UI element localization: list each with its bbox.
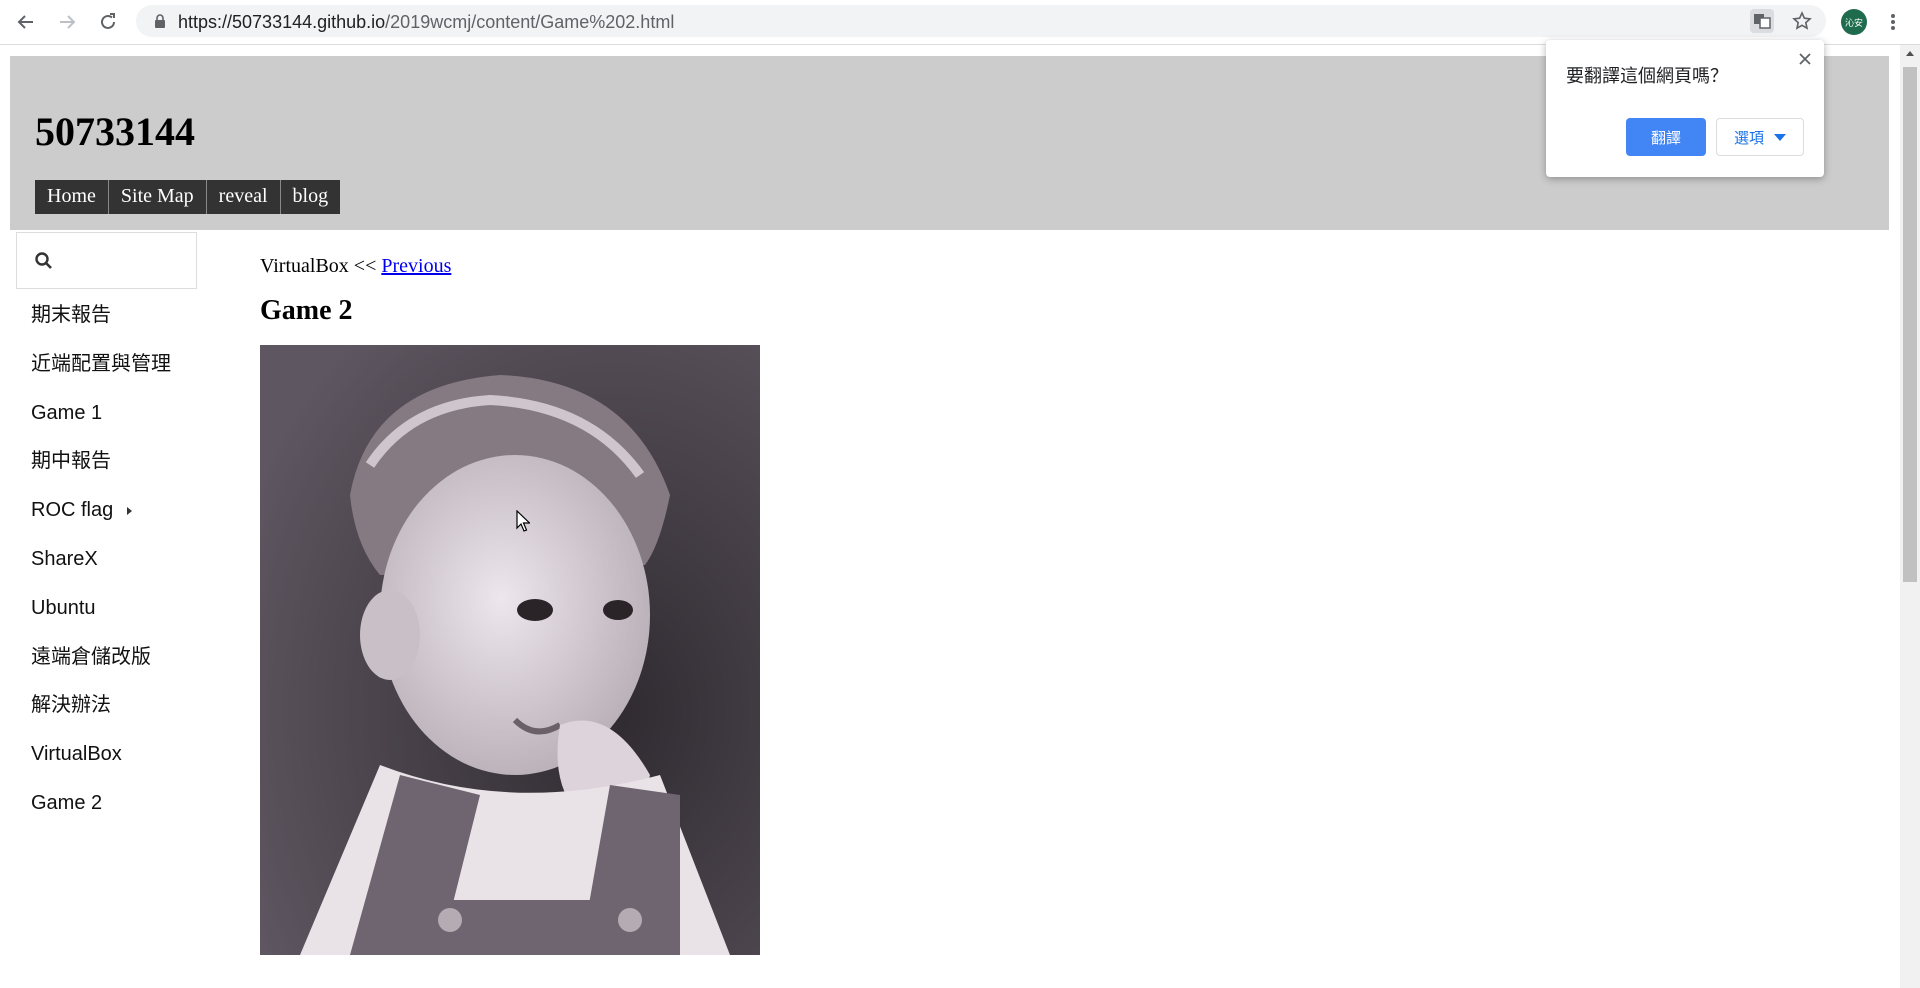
back-button[interactable] bbox=[12, 8, 40, 36]
search-icon bbox=[34, 251, 54, 276]
sidebar-item-remote-repo[interactable]: 遠端倉儲改版 bbox=[16, 645, 171, 694]
browser-toolbar: https://50733144.github.io/2019wcmj/cont… bbox=[0, 0, 1920, 45]
chevron-down-icon bbox=[1774, 133, 1786, 141]
translate-popup: 要翻譯這個網頁嗎？ 翻譯 選項 bbox=[1546, 40, 1824, 177]
sidebar-item-solution[interactable]: 解決辦法 bbox=[16, 693, 171, 742]
url-text: https://50733144.github.io/2019wcmj/cont… bbox=[178, 12, 674, 33]
url-host: https://50733144.github.io bbox=[178, 12, 386, 32]
reload-icon bbox=[101, 13, 115, 29]
sidebar-item-label: 近端配置與管理 bbox=[31, 352, 171, 375]
sidebar-item-virtualbox[interactable]: VirtualBox bbox=[16, 742, 171, 791]
mouse-cursor-icon bbox=[516, 509, 531, 537]
sidebar-item-label: 解決辦法 bbox=[31, 694, 111, 717]
vertical-scrollbar[interactable] bbox=[1900, 45, 1920, 988]
sidebar-item-final-report[interactable]: 期末報告 bbox=[16, 303, 171, 352]
translate-button[interactable]: 翻譯 bbox=[1626, 118, 1706, 156]
menu-site-map[interactable]: Site Map bbox=[108, 180, 207, 214]
sidebar-item-sharex[interactable]: ShareX bbox=[16, 547, 171, 596]
web-page: 50733144 Home Site Map reveal blog 期末報告 … bbox=[0, 45, 1900, 988]
scrollbar-thumb[interactable] bbox=[1903, 67, 1917, 582]
sidebar-item-local-config[interactable]: 近端配置與管理 bbox=[16, 352, 171, 401]
translate-question: 要翻譯這個網頁嗎？ bbox=[1566, 66, 1728, 86]
expand-caret-icon[interactable] bbox=[127, 506, 133, 515]
reload-button[interactable] bbox=[94, 8, 122, 36]
sidebar-item-label: ROC flag bbox=[31, 499, 114, 522]
menu-home[interactable]: Home bbox=[35, 180, 109, 214]
child-photo bbox=[260, 345, 760, 955]
previous-link[interactable]: Previous bbox=[381, 255, 451, 277]
lock-icon[interactable] bbox=[148, 9, 172, 33]
profile-avatar[interactable]: 沁安 bbox=[1841, 9, 1867, 35]
forward-arrow-icon bbox=[60, 15, 76, 29]
options-dropdown-button[interactable]: 選項 bbox=[1716, 118, 1804, 156]
close-icon[interactable] bbox=[1796, 50, 1814, 68]
sidebar-item-label: Game 1 bbox=[31, 401, 103, 424]
url-path: /2019wcmj/content/Game%202.html bbox=[385, 12, 675, 32]
sidebar-nav: 期末報告 近端配置與管理 Game 1 期中報告 ROC flag ShareX… bbox=[16, 303, 171, 840]
sidebar-item-label: 期中報告 bbox=[31, 450, 111, 473]
top-menu: Home Site Map reveal blog bbox=[35, 180, 341, 214]
sidebar-item-label: 期末報告 bbox=[31, 304, 111, 326]
sidebar-item-midterm-report[interactable]: 期中報告 bbox=[16, 449, 171, 498]
sidebar-item-game-1[interactable]: Game 1 bbox=[16, 401, 171, 450]
sidebar-item-roc-flag[interactable]: ROC flag bbox=[16, 498, 171, 547]
address-bar[interactable]: https://50733144.github.io/2019wcmj/cont… bbox=[136, 5, 1826, 37]
sidebar-item-label: ShareX bbox=[31, 547, 98, 570]
back-arrow-icon bbox=[17, 15, 33, 29]
sidebar-item-label: VirtualBox bbox=[31, 743, 122, 766]
sidebar-item-ubuntu[interactable]: Ubuntu bbox=[16, 596, 171, 645]
prev-nav: VirtualBox << Previous bbox=[260, 255, 451, 278]
sidebar-item-label: Ubuntu bbox=[31, 596, 96, 619]
scroll-up-arrow-icon[interactable] bbox=[1906, 51, 1914, 56]
menu-reveal[interactable]: reveal bbox=[206, 180, 281, 214]
sidebar-item-label: 遠端倉儲改版 bbox=[31, 645, 151, 668]
options-label: 選項 bbox=[1733, 129, 1764, 147]
bookmark-star-icon[interactable] bbox=[1790, 9, 1814, 33]
forward-button[interactable] bbox=[53, 8, 81, 36]
menu-blog[interactable]: blog bbox=[280, 180, 341, 214]
prev-page-text: VirtualBox << bbox=[260, 255, 377, 277]
translate-page-icon[interactable] bbox=[1750, 9, 1774, 33]
search-box[interactable] bbox=[16, 232, 197, 289]
sidebar-item-label: Game 2 bbox=[31, 791, 103, 814]
search-input[interactable] bbox=[65, 245, 189, 277]
sidebar-item-game-2[interactable]: Game 2 bbox=[16, 791, 171, 840]
page-title: Game 2 bbox=[260, 295, 353, 326]
site-title: 50733144 bbox=[35, 109, 195, 154]
browser-menu-icon[interactable] bbox=[1883, 8, 1903, 36]
